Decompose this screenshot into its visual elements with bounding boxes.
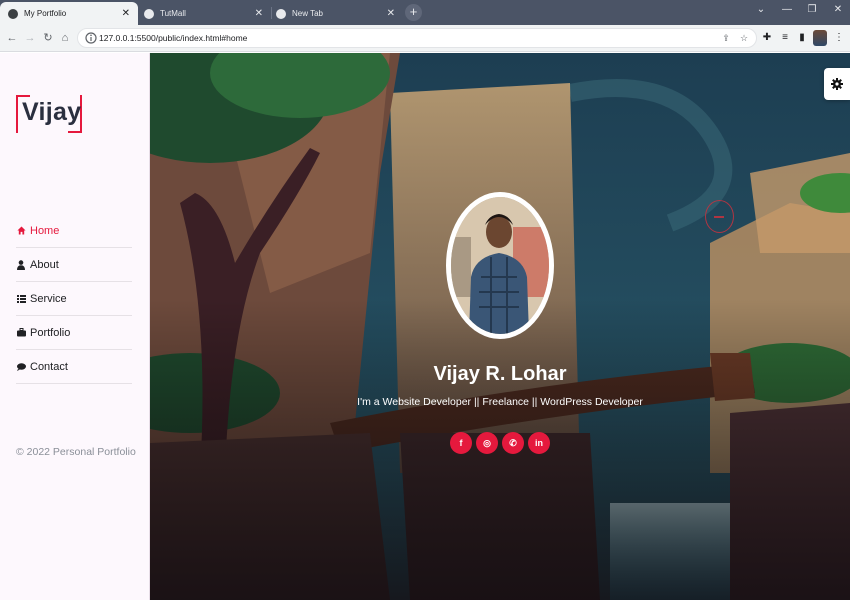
nav-label: Portfolio (30, 326, 71, 339)
gear-icon (831, 78, 843, 90)
sidebar: Vijay Home About Service Portfolio Conta… (0, 53, 150, 600)
nav-item-home[interactable]: Home (16, 214, 132, 248)
menu-icon[interactable]: ⋮ (832, 31, 846, 45)
site-info-icon[interactable] (85, 32, 97, 44)
globe-icon (144, 8, 154, 19)
browser-tab[interactable]: My Portfolio ✕ (0, 2, 138, 25)
tab-title: New Tab (292, 9, 323, 18)
nav-item-about[interactable]: About (16, 248, 132, 282)
social-links: f ◎ ✆ in (450, 432, 550, 456)
share-icon[interactable]: ⇪ (720, 32, 732, 44)
profile-icon[interactable] (813, 30, 827, 46)
restore-icon[interactable]: ❐ (803, 4, 821, 15)
bookmark-star-icon[interactable]: ☆ (738, 32, 750, 44)
hero-tagline: I'm a Website Developer || Freelance || … (357, 396, 643, 408)
hero-name: Vijay R. Lohar (433, 363, 567, 385)
home-icon (16, 226, 26, 235)
hero-section: Vijay R. Lohar I'm a Website Developer |… (150, 53, 850, 600)
nav-label: Home (30, 224, 60, 237)
side-panel-icon[interactable]: ▮ (795, 31, 809, 45)
whatsapp-icon[interactable]: ✆ (502, 432, 524, 454)
nav-label: About (30, 258, 59, 271)
browser-tab[interactable]: New Tab ✕ (268, 2, 403, 25)
nav-item-service[interactable]: Service (16, 282, 132, 316)
reading-list-icon[interactable]: ≡ (778, 31, 792, 45)
logo-text: Vijay (22, 98, 82, 126)
globe-icon (8, 8, 18, 19)
new-tab-button[interactable]: + (405, 4, 422, 21)
reload-icon[interactable]: ↻ (40, 30, 56, 46)
extensions-icon[interactable]: ✚ (760, 31, 774, 45)
close-tab-icon[interactable]: ✕ (122, 8, 130, 19)
nav-label: Service (30, 292, 67, 305)
facebook-icon[interactable]: f (450, 432, 472, 454)
linkedin-icon[interactable]: in (528, 432, 550, 454)
tab-search-icon[interactable]: ⌄ (752, 4, 770, 15)
browser-tab-strip: My Portfolio ✕ TutMall ✕ New Tab ✕ + ⌄ —… (0, 0, 850, 25)
copyright-text: © 2022 Personal Portfolio (16, 446, 136, 458)
browser-toolbar: ← → ↻ ⌂ 127.0.0.1:5500/public/index.html… (0, 25, 850, 52)
arrow-circle-icon[interactable] (705, 200, 734, 233)
close-window-icon[interactable]: ✕ (829, 4, 847, 15)
browser-tab[interactable]: TutMall ✕ (136, 2, 271, 25)
sidebar-nav: Home About Service Portfolio Contact (16, 214, 132, 384)
tab-title: TutMall (160, 9, 186, 18)
briefcase-icon (16, 328, 26, 337)
back-icon[interactable]: ← (4, 30, 20, 46)
url-text: 127.0.0.1:5500/public/index.html#home (99, 33, 248, 43)
minimize-icon[interactable]: — (778, 4, 796, 15)
globe-icon (276, 8, 286, 19)
nav-item-contact[interactable]: Contact (16, 350, 132, 384)
profile-photo (451, 197, 549, 334)
close-tab-icon[interactable]: ✕ (255, 8, 263, 19)
logo[interactable]: Vijay (16, 95, 82, 133)
tab-title: My Portfolio (24, 9, 67, 18)
comments-icon (16, 362, 26, 371)
instagram-icon[interactable]: ◎ (476, 432, 498, 454)
nav-item-portfolio[interactable]: Portfolio (16, 316, 132, 350)
user-icon (16, 259, 26, 270)
close-tab-icon[interactable]: ✕ (387, 8, 395, 19)
forward-icon[interactable]: → (22, 30, 38, 46)
settings-button[interactable] (824, 68, 850, 100)
nav-label: Contact (30, 360, 68, 373)
list-icon (16, 294, 26, 303)
home-icon[interactable]: ⌂ (57, 30, 73, 46)
address-bar[interactable]: 127.0.0.1:5500/public/index.html#home ⇪ … (77, 28, 757, 48)
avatar (446, 192, 554, 339)
